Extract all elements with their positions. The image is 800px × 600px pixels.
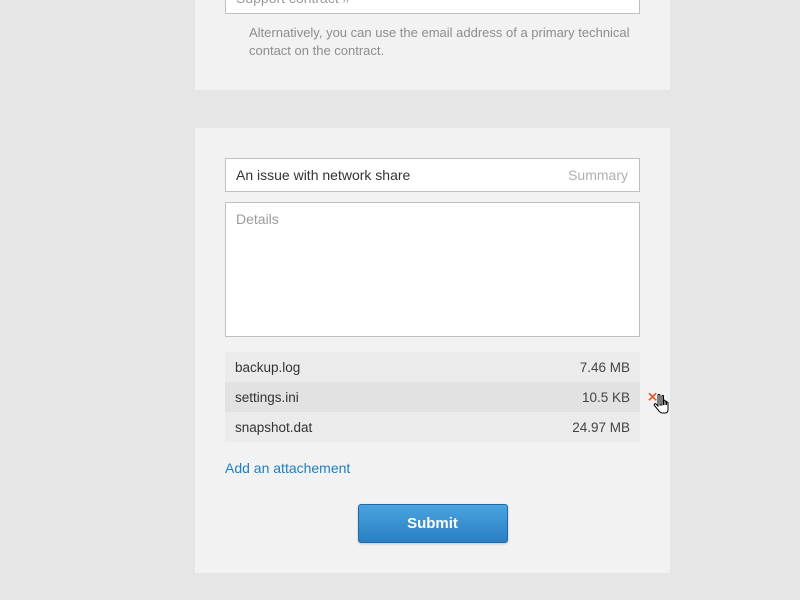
ticket-panel: Summary backup.log7.46 MB✕settings.ini10… [195,128,670,573]
remove-attachment-icon[interactable]: ✕ [647,391,658,404]
contract-placeholder: Support contract # [236,0,350,6]
attachment-size: 7.46 MB [580,360,630,375]
summary-field-wrap: Summary [225,158,640,192]
attachment-row[interactable]: backup.log7.46 MB✕ [225,352,640,382]
panel-gap [0,90,670,128]
attachment-name: backup.log [235,360,580,375]
contract-panel: Support contract # Alternatively, you ca… [195,0,670,90]
summary-input[interactable] [225,158,640,192]
add-attachment-link[interactable]: Add an attachement [225,460,350,476]
submit-row: Submit [225,504,640,543]
attachment-size: 10.5 KB [582,390,630,405]
submit-button[interactable]: Submit [358,504,508,543]
attachment-row[interactable]: settings.ini10.5 KB✕ [225,382,640,412]
contract-hint: Alternatively, you can use the email add… [225,14,640,60]
details-textarea[interactable] [225,202,640,337]
attachment-list: backup.log7.46 MB✕settings.ini10.5 KB✕sn… [225,352,640,442]
attachment-row[interactable]: snapshot.dat24.97 MB✕ [225,412,640,442]
contract-input[interactable]: Support contract # [225,0,640,14]
attachment-size: 24.97 MB [572,420,630,435]
attachment-name: snapshot.dat [235,420,572,435]
attachment-name: settings.ini [235,390,582,405]
